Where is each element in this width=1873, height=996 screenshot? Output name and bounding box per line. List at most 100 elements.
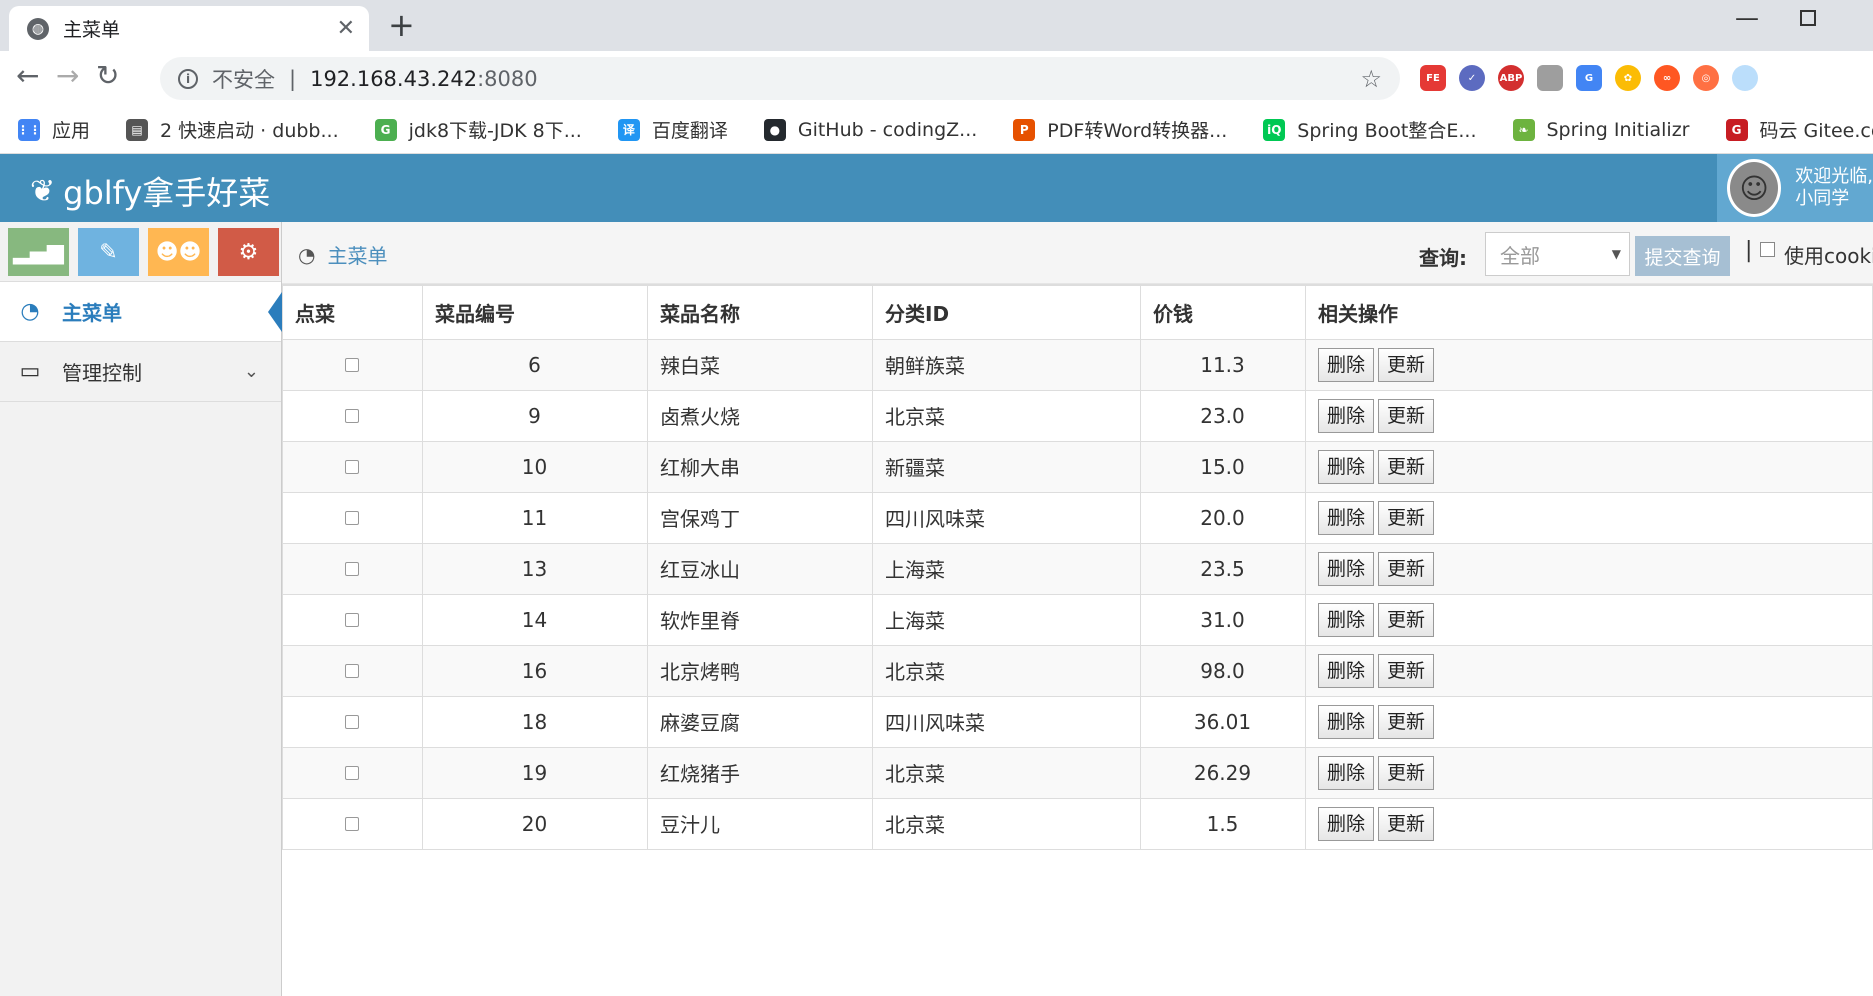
update-button[interactable]: 更新 [1378,755,1435,790]
order-checkbox[interactable] [345,408,359,423]
signal-shortcut-button[interactable]: ▂▄▆ [8,228,69,276]
bookmark-label: 百度翻译 [651,120,728,142]
column-header[interactable]: 价钱 [1140,284,1306,340]
delete-button[interactable]: 删除 [1318,449,1375,484]
price-cell: 23.5 [1140,542,1306,595]
bookmark-item[interactable]: iQ Spring Boot整合E... [1263,116,1477,143]
order-checkbox[interactable] [345,663,359,678]
back-button[interactable]: ← [16,61,39,91]
cogs-icon: ⚙ [238,239,259,265]
category-cell: 四川风味菜 [872,695,1141,748]
pencil-shortcut-button[interactable]: ✎ [78,228,139,276]
update-button[interactable]: 更新 [1378,500,1435,535]
delete-button[interactable]: 删除 [1318,704,1375,739]
order-checkbox[interactable] [345,765,359,780]
update-button[interactable]: 更新 [1378,806,1435,841]
delete-button[interactable]: 删除 [1318,347,1375,382]
order-checkbox[interactable] [345,816,359,831]
order-checkbox[interactable] [345,714,359,729]
bookmark-label: PDF转Word转换器... [1047,120,1228,142]
update-button[interactable]: 更新 [1378,551,1435,586]
update-button[interactable]: 更新 [1378,398,1435,433]
order-checkbox[interactable] [345,561,359,576]
dish-id-cell: 16 [422,644,648,697]
column-header[interactable]: 菜品名称 [647,284,873,340]
delete-button[interactable]: 删除 [1318,602,1375,637]
bookmark-item[interactable]: ● GitHub - codingZ... [763,118,977,141]
order-checkbox[interactable] [345,612,359,627]
infinity-extension-icon[interactable]: ∞ [1654,65,1680,91]
weather-extension-icon[interactable] [1732,65,1758,91]
order-checkbox[interactable] [345,510,359,525]
user-menu[interactable]: ☺ 欢迎光临, 小同学 [1717,154,1873,222]
price-cell: 11.3 [1140,338,1306,391]
bookmark-item[interactable]: G 码云 Gitee.com [1725,116,1873,143]
update-button[interactable]: 更新 [1378,704,1435,739]
table-row: 9 卤煮火烧 北京菜 23.0 删除 更新 [282,389,1873,442]
update-button[interactable]: 更新 [1378,347,1435,382]
fe-extension-icon[interactable]: FE [1420,65,1446,91]
update-button[interactable]: 更新 [1378,653,1435,688]
screenshot-extension-icon[interactable] [1537,65,1563,91]
bookmark-item[interactable]: Gjdk8下载-JDK 8下... [374,116,582,143]
restore-window-button[interactable] [1800,10,1816,26]
address-bar[interactable]: i 不安全 | 192.168.43.242 :8080 ☆ [160,57,1400,100]
price-cell: 20.0 [1140,491,1306,544]
dish-id-cell: 13 [422,542,648,595]
bookmark-item[interactable]: ▤ 2 快速启动 · dubb... [126,116,339,143]
delete-button[interactable]: 删除 [1318,755,1375,790]
delete-button[interactable]: 删除 [1318,398,1375,433]
table-row: 18 麻婆豆腐 四川风味菜 36.01 删除 更新 [282,695,1873,748]
desktop-icon: ▭ [19,359,41,384]
delete-button[interactable]: 删除 [1318,653,1375,688]
info-icon[interactable]: i [178,68,198,89]
update-button[interactable]: 更新 [1378,449,1435,484]
order-checkbox[interactable] [345,459,359,474]
main-content: ◔ 主菜单 查询: 全部 ▼ 提交查询 | 使用cookie 点菜 菜品编号 菜… [282,222,1873,996]
reload-button[interactable]: ↻ [96,61,119,91]
cogs-shortcut-button[interactable]: ⚙ [218,228,279,276]
order-cell [282,542,423,595]
delete-button[interactable]: 删除 [1318,500,1375,535]
delete-button[interactable]: 删除 [1318,806,1375,841]
category-select[interactable]: 全部 ▼ [1485,232,1630,276]
bookmark-label: Spring Boot整合E... [1297,120,1477,142]
check-extension-icon[interactable]: ✓ [1459,65,1485,91]
bookmark-star-icon[interactable]: ☆ [1360,65,1382,93]
column-header[interactable]: 分类ID [872,284,1141,340]
close-tab-icon[interactable]: ✕ [337,16,355,41]
use-cookie-label: 使用cookie [1784,244,1873,268]
column-header[interactable]: 菜品编号 [422,284,648,340]
sidebar-item-admin[interactable]: ▭ 管理控制 ⌄ [0,342,281,402]
forward-button[interactable]: → [56,61,79,91]
update-button[interactable]: 更新 [1378,602,1435,637]
new-tab-button[interactable]: + [388,9,415,41]
bookmark-item[interactable]: 译百度翻译 [617,116,728,143]
minimize-window-button[interactable]: — [1735,4,1759,32]
translate-extension-icon[interactable]: G [1576,65,1602,91]
iqiyi-icon: iQ [1263,118,1286,141]
sidebar-item-main-menu[interactable]: ◔ 主菜单 [0,282,282,342]
browser-tab[interactable]: ◍ 主菜单 ✕ [9,6,369,51]
dish-id-cell: 10 [422,440,648,493]
bookmark-label: Spring Initializr [1546,118,1690,141]
order-checkbox[interactable] [345,357,359,372]
brand[interactable]: ❦ gblfy拿手好菜 [30,168,270,214]
order-cell [282,338,423,391]
bookmark-item[interactable]: ❧ Spring Initializr [1512,118,1690,141]
photos-extension-icon[interactable]: ✿ [1615,65,1641,91]
submit-query-button[interactable]: 提交查询 [1635,236,1730,276]
users-shortcut-button[interactable]: ☻☻ [148,228,209,276]
bookmark-item[interactable]: ⋮⋮ 应用 [17,116,90,143]
use-cookie-checkbox[interactable] [1760,242,1775,257]
column-header[interactable]: 点菜 [282,284,423,340]
adblock-extension-icon[interactable]: ABP [1498,65,1524,91]
price-cell: 23.0 [1140,389,1306,442]
users-icon: ☻☻ [155,239,202,265]
delete-button[interactable]: 删除 [1318,551,1375,586]
lifebuoy-extension-icon[interactable]: ◎ [1693,65,1719,91]
category-cell: 上海菜 [872,542,1141,595]
breadcrumb-link[interactable]: 主菜单 [327,240,387,269]
bookmark-item[interactable]: P PDF转Word转换器... [1013,116,1227,143]
actions-cell: 删除 更新 [1305,746,1873,799]
